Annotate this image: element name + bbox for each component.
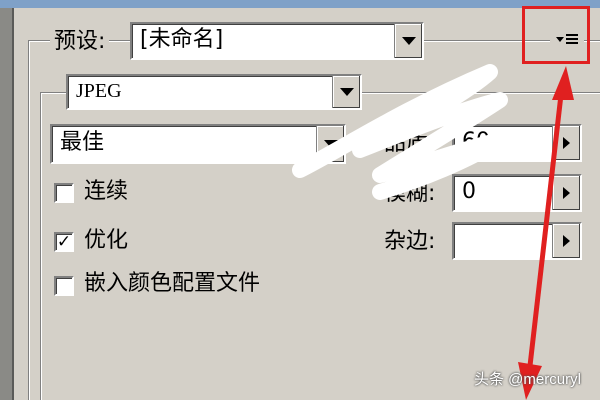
watermark: 头条 @mercuryl — [474, 371, 581, 388]
annotation-arrow — [518, 66, 574, 400]
